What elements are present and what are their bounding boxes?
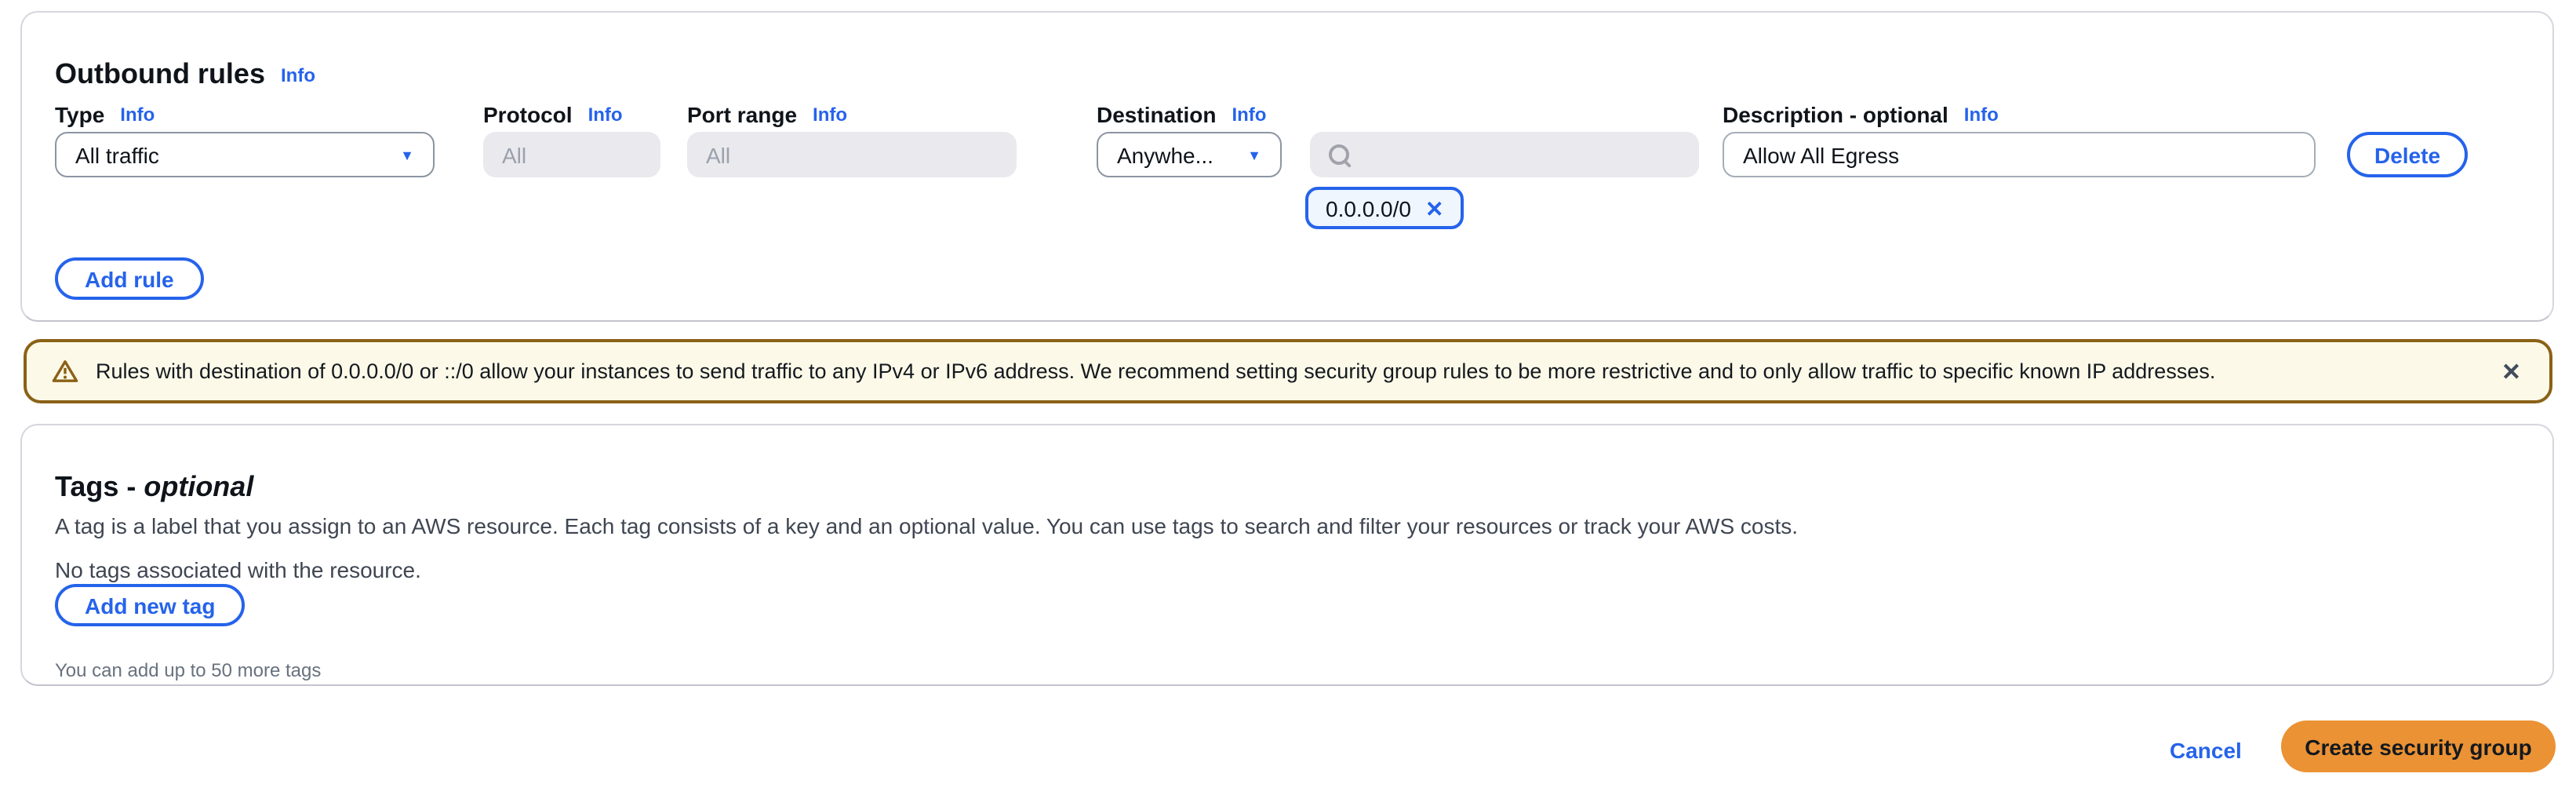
destination-field: Destination Info Anywhe... ▼	[1097, 102, 1282, 177]
description-label: Description - optional	[1723, 102, 1948, 127]
tags-title-optional: optional	[144, 471, 253, 502]
warning-close-icon[interactable]: ✕	[2498, 357, 2524, 385]
port-range-field: Port range Info	[687, 102, 1017, 177]
destination-info-link[interactable]: Info	[1232, 104, 1266, 126]
tags-title: Tags - optional	[55, 469, 253, 504]
protocol-label-row: Protocol Info	[483, 102, 660, 132]
destination-cidr-value: 0.0.0.0/0	[1326, 195, 1411, 221]
tags-limit-message: You can add up to 50 more tags	[55, 659, 321, 681]
chip-dismiss-icon[interactable]: ✕	[1425, 197, 1443, 219]
destination-select[interactable]: Anywhe... ▼	[1097, 132, 1282, 177]
outbound-rules-info-link[interactable]: Info	[281, 64, 315, 86]
type-select-value: All traffic	[75, 142, 159, 167]
protocol-field: Protocol Info	[483, 102, 660, 177]
type-field: Type Info All traffic ▼	[55, 102, 435, 177]
destination-label: Destination	[1097, 102, 1216, 127]
description-label-row: Description - optional Info	[1723, 102, 2316, 132]
caret-down-icon: ▼	[1247, 147, 1261, 162]
add-new-tag-button[interactable]: Add new tag	[55, 584, 245, 626]
open-egress-warning-banner: Rules with destination of 0.0.0.0/0 or :…	[24, 339, 2552, 403]
description-info-link[interactable]: Info	[1964, 104, 1999, 126]
description-field: Description - optional Info	[1723, 102, 2316, 177]
type-select[interactable]: All traffic ▼	[55, 132, 435, 177]
caret-down-icon: ▼	[400, 147, 414, 162]
outbound-rules-card: Outbound rules Info Type Info All traffic …	[20, 11, 2554, 322]
protocol-input	[483, 132, 660, 177]
port-range-label-row: Port range Info	[687, 102, 1017, 132]
delete-rule-button[interactable]: Delete	[2347, 132, 2468, 177]
port-range-info-link[interactable]: Info	[813, 104, 847, 126]
warning-icon	[52, 359, 78, 383]
destination-select-value: Anywhe...	[1117, 142, 1213, 167]
protocol-info-link[interactable]: Info	[588, 104, 623, 126]
tags-empty-message: No tags associated with the resource.	[55, 557, 421, 582]
destination-label-row: Destination Info	[1097, 102, 1282, 132]
destination-search-input[interactable]	[1310, 132, 1699, 177]
outbound-rules-title-text: Outbound rules	[55, 58, 265, 89]
tags-card: Tags - optional A tag is a label that yo…	[20, 424, 2554, 686]
cancel-button[interactable]: Cancel	[2170, 738, 2242, 763]
description-input[interactable]	[1723, 132, 2316, 177]
port-range-label: Port range	[687, 102, 797, 127]
warning-text: Rules with destination of 0.0.0.0/0 or :…	[96, 359, 2481, 383]
protocol-label: Protocol	[483, 102, 573, 127]
add-rule-button[interactable]: Add rule	[55, 257, 204, 300]
create-security-group-page: Outbound rules Info Type Info All traffic …	[0, 0, 2576, 788]
destination-cidr-chip: 0.0.0.0/0 ✕	[1305, 187, 1464, 229]
create-security-group-button[interactable]: Create security group	[2281, 721, 2556, 772]
port-range-input	[687, 132, 1017, 177]
type-label-row: Type Info	[55, 102, 435, 132]
outbound-rules-title: Outbound rules Info	[55, 57, 315, 93]
tags-description: A tag is a label that you assign to an A…	[55, 513, 1798, 538]
type-info-link[interactable]: Info	[120, 104, 155, 126]
tags-title-text: Tags -	[55, 471, 144, 502]
type-label: Type	[55, 102, 104, 127]
